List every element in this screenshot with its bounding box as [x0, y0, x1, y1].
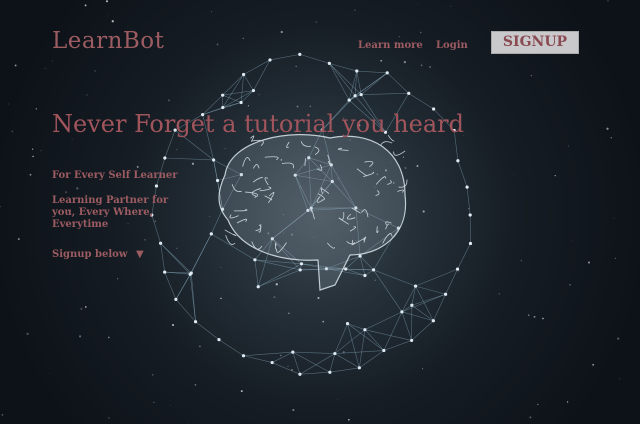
signup-button[interactable]: SIGNUP	[491, 31, 579, 54]
description: Learning Partner for you, Every Where, E…	[52, 195, 169, 230]
signup-below-label: Signup below	[52, 249, 128, 260]
brain-icon	[218, 134, 408, 291]
down-arrow-icon: ▼	[135, 249, 144, 260]
nav-learn-more[interactable]: Learn more	[358, 40, 423, 51]
signup-below-link[interactable]: Signup below ▼	[52, 249, 144, 261]
tagline: For Every Self Learner	[52, 170, 178, 181]
logo[interactable]: LearnBot	[52, 28, 164, 54]
hero-title: Never Forget a tutorial you heard	[52, 110, 464, 138]
nav-login[interactable]: Login	[436, 40, 468, 51]
